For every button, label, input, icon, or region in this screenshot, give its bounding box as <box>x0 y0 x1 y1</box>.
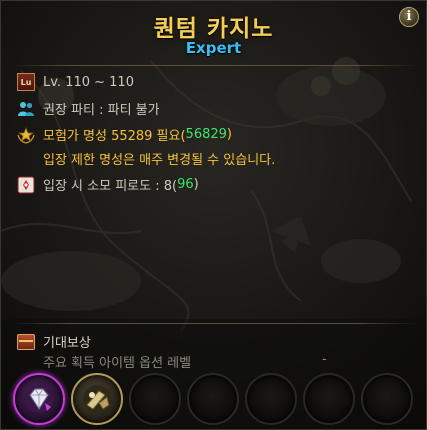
reward-divider <box>11 323 416 324</box>
reward-header: 기대보상 <box>17 332 91 351</box>
reward-title: 기대보상 <box>43 336 91 351</box>
reward-slots <box>13 373 413 425</box>
level-range: Lv. 110 ~ 110 <box>43 74 134 90</box>
dungeon-info-panel: 퀀텀 카지노 Expert i Lu Lv. 110 ~ 110 권장 파티 :… <box>0 0 427 430</box>
reward-slot-2[interactable] <box>71 373 123 425</box>
reward-slot-1[interactable] <box>13 373 65 425</box>
fame-notice: 입장 제한 명성은 매주 변경될 수 있습니다. <box>43 153 276 168</box>
reward-slot-7[interactable] <box>361 373 413 425</box>
party-text: 권장 파티 : 파티 불가 <box>43 103 160 118</box>
reward-slot-4[interactable] <box>187 373 239 425</box>
reward-option-level-value: - <box>322 352 327 367</box>
fatigue-close-paren: ) <box>193 177 199 192</box>
level-icon: Lu <box>17 73 35 91</box>
difficulty-label: Expert <box>185 39 242 57</box>
party-icon <box>17 100 35 118</box>
fame-current: 56829 <box>185 127 227 142</box>
fame-laurel-icon <box>17 126 35 144</box>
purple-gem-icon <box>25 385 53 413</box>
fame-close-paren: ) <box>226 127 232 142</box>
reward-slot-5[interactable] <box>245 373 297 425</box>
treasure-chest-icon <box>17 333 35 350</box>
dungeon-title: 퀀텀 카지노 <box>153 16 274 42</box>
reward-option-level-label: 주요 획득 아이템 옵션 레벨 <box>43 356 192 371</box>
level-row: Lu Lv. 110 ~ 110 <box>17 73 134 91</box>
reward-slot-3[interactable] <box>129 373 181 425</box>
fame-requirement: 모험가 명성 55289 필요( <box>43 129 186 144</box>
gold-equipment-icon <box>83 385 111 413</box>
party-row: 권장 파티 : 파티 불가 <box>17 99 160 118</box>
fatigue-icon <box>17 176 35 194</box>
fatigue-current: 96 <box>177 177 194 192</box>
info-icon[interactable]: i <box>399 7 419 27</box>
fatigue-row: 입장 시 소모 피로도 : 8(96) <box>17 175 199 194</box>
reward-slot-6[interactable] <box>303 373 355 425</box>
fatigue-text: 입장 시 소모 피로도 : 8( <box>43 179 178 194</box>
fame-row: 모험가 명성 55289 필요(56829) <box>17 125 232 144</box>
header-divider <box>11 65 416 66</box>
